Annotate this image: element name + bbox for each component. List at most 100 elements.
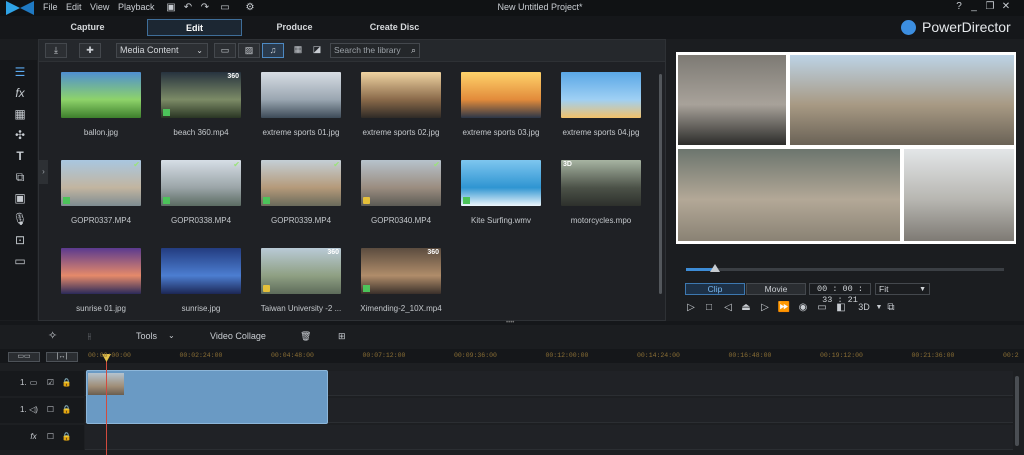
restore-button[interactable]: ❐ <box>984 1 996 12</box>
media-thumbnail[interactable] <box>461 160 541 206</box>
media-content-dropdown[interactable]: Media Content ⌄ <box>116 43 208 58</box>
chapter-room-icon[interactable]: ⊡ <box>12 232 28 248</box>
subtitle-room-icon[interactable]: ▭ <box>12 253 28 269</box>
media-thumbnail[interactable]: 360 <box>161 72 241 118</box>
lock-icon[interactable]: 🔒 <box>61 377 72 388</box>
media-thumbnail[interactable] <box>61 248 141 294</box>
media-thumbnail[interactable]: 3D <box>561 160 641 206</box>
media-thumbnail[interactable]: ✔ <box>261 160 341 206</box>
split-icon[interactable]: ⫲ <box>88 329 91 343</box>
menu-playback[interactable]: Playback <box>118 2 155 12</box>
media-thumbnail[interactable] <box>161 248 241 294</box>
storyboard-view-icon[interactable]: ▭▭ <box>8 352 40 362</box>
media-room-icon[interactable]: ☰ <box>12 64 28 80</box>
undock-preview-icon[interactable]: ⧉ <box>884 301 898 314</box>
media-thumbnail[interactable] <box>61 72 141 118</box>
close-button[interactable]: ✕ <box>1000 1 1012 12</box>
particle-room-icon[interactable]: ✣ <box>12 127 28 143</box>
tab-create-disc[interactable]: Create Disc <box>347 19 442 36</box>
media-filename: GOPR0340.MP4 <box>370 216 432 225</box>
used-check-icon: ✔ <box>133 160 140 169</box>
settings-gear-icon[interactable]: ⚙ <box>243 1 257 14</box>
collapse-panel-button[interactable]: › <box>39 160 48 184</box>
media-thumbnail[interactable]: 360 <box>261 248 341 294</box>
lock-icon[interactable]: 🔒 <box>61 431 72 442</box>
media-thumbnail[interactable] <box>561 72 641 118</box>
preview-window[interactable] <box>676 52 1016 244</box>
image-filter-icon[interactable]: ▨ <box>238 43 260 58</box>
audio-filter-icon[interactable]: ♫ <box>262 43 284 58</box>
library-scrollbar[interactable] <box>657 64 663 314</box>
video-type-icon <box>263 197 270 204</box>
scrollbar-thumb[interactable] <box>659 74 662 294</box>
tab-capture[interactable]: Capture <box>40 19 135 36</box>
search-icon[interactable]: ⌕ <box>411 44 416 57</box>
play-icon[interactable]: ▷ <box>684 301 698 314</box>
movie-mode-button[interactable]: Movie <box>746 283 806 295</box>
video-collage-button[interactable]: Video Collage <box>210 329 266 343</box>
previous-frame-icon[interactable]: ◁ <box>721 301 735 314</box>
media-thumbnail[interactable] <box>261 72 341 118</box>
save-icon[interactable]: ▣ <box>164 1 178 14</box>
voice-over-icon[interactable]: 🎙 <box>12 211 28 227</box>
next-frame-icon[interactable]: ▷ <box>758 301 772 314</box>
media-thumbnail[interactable]: ✔ <box>61 160 141 206</box>
tab-produce[interactable]: Produce <box>247 19 342 36</box>
stop-icon[interactable]: □ <box>702 301 716 314</box>
timeline-ruler[interactable] <box>0 349 1024 363</box>
fit-timeline-icon[interactable]: |↔| <box>46 352 78 362</box>
media-thumbnail[interactable] <box>461 72 541 118</box>
delete-trash-icon[interactable]: 🗑 <box>300 329 311 343</box>
track-enable-checkbox[interactable]: ☐ <box>45 404 56 415</box>
menu-view[interactable]: View <box>90 2 109 12</box>
lock-icon[interactable]: 🔒 <box>61 404 72 415</box>
ruler-timecode: 00:21:36:00 <box>911 352 955 359</box>
minimize-button[interactable]: _ <box>968 1 980 12</box>
track-enable-checkbox[interactable]: ☑ <box>45 377 56 388</box>
pip-objects-icon[interactable]: ▦ <box>12 106 28 122</box>
help-button[interactable]: ? <box>953 1 965 12</box>
video-filter-icon[interactable]: ▭ <box>214 43 236 58</box>
ruler-timecode: 00:07:12:00 <box>362 352 406 359</box>
timeline-scrollbar[interactable] <box>1013 368 1021 453</box>
3d-mode-button[interactable]: 3D <box>854 301 874 314</box>
search-library-input[interactable]: Search the library ⌕ <box>330 43 420 58</box>
aspect-ratio-icon[interactable]: ▭ <box>216 1 234 14</box>
collage-cell <box>678 149 900 241</box>
media-thumbnail[interactable]: 360 <box>361 248 441 294</box>
fast-forward-icon[interactable]: ⏩ <box>777 301 791 314</box>
plugins-icon[interactable]: ✚ <box>79 43 101 58</box>
media-thumbnail[interactable] <box>361 72 441 118</box>
preview-scrub-bar[interactable] <box>686 268 1004 271</box>
audio-mixing-icon[interactable]: ▣ <box>12 190 28 206</box>
magic-tools-icon[interactable]: ✧ <box>48 329 57 343</box>
media-thumbnail[interactable]: ✔ <box>161 160 241 206</box>
scrollbar-thumb[interactable] <box>1015 376 1019 446</box>
ruler-timecode: 00:2 <box>1003 352 1019 359</box>
snapshot-camera-icon[interactable]: ◉ <box>796 301 810 314</box>
fx-track-lane[interactable] <box>85 425 1013 450</box>
import-media-icon[interactable]: ⤓ <box>45 43 67 58</box>
preview-scrub-handle[interactable] <box>710 264 720 272</box>
menu-file[interactable]: File <box>43 2 58 12</box>
track-enable-checkbox[interactable]: ☐ <box>45 431 56 442</box>
zoom-fit-dropdown[interactable]: Fit ▼ <box>875 283 930 295</box>
add-to-timeline-icon[interactable]: ⊞ <box>338 329 346 343</box>
fx-room-icon[interactable]: fx <box>12 85 28 101</box>
tools-menu[interactable]: Tools <box>136 329 157 343</box>
undo-icon[interactable]: ↶ <box>181 1 195 14</box>
media-thumbnail[interactable]: ✔ <box>361 160 441 206</box>
sort-icon[interactable]: ◪ <box>306 43 328 58</box>
transition-room-icon[interactable]: ⧉ <box>12 169 28 185</box>
subtitle-icon[interactable]: ▭ <box>815 301 829 314</box>
title-room-icon[interactable]: T <box>12 148 28 164</box>
volume-icon[interactable]: ◧ <box>834 301 848 314</box>
menu-edit[interactable]: Edit <box>66 2 82 12</box>
chevron-down-icon[interactable]: ⌄ <box>168 329 175 343</box>
clip-mode-button[interactable]: Clip <box>685 283 745 295</box>
badge-3d: 3D <box>563 161 572 168</box>
tab-edit[interactable]: Edit <box>147 19 242 36</box>
mark-in-icon[interactable]: ⏏ <box>739 301 753 314</box>
timecode-display[interactable]: 00 : 00 : 33 : 21 <box>809 283 871 305</box>
redo-icon[interactable]: ↷ <box>198 1 212 14</box>
